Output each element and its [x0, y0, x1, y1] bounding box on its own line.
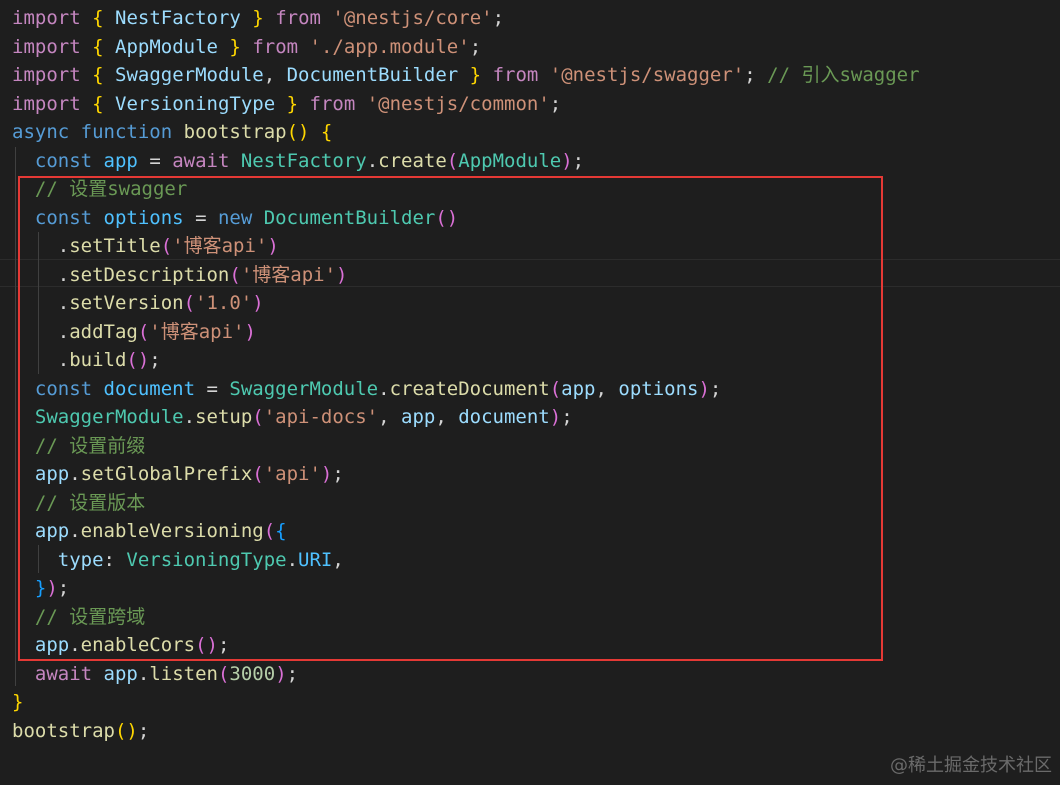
- code-token: listen: [149, 662, 218, 685]
- code-token: NestFactory: [115, 7, 241, 29]
- code-line[interactable]: import { VersioningType } from '@nestjs/…: [12, 90, 561, 118]
- code-token: (: [217, 662, 230, 685]
- code-token: AppModule: [115, 35, 218, 58]
- code-token: }: [229, 35, 241, 58]
- code-token: import: [12, 92, 81, 115]
- code-token: }: [12, 691, 24, 713]
- code-token: {: [92, 64, 104, 86]
- code-token: ;: [469, 35, 482, 58]
- code-token: await: [172, 149, 230, 172]
- code-line[interactable]: import { NestFactory } from '@nestjs/cor…: [12, 4, 504, 32]
- code-token: bootstrap: [183, 121, 287, 143]
- code-token: {: [320, 121, 333, 143]
- code-token: .: [366, 149, 379, 172]
- code-token: const: [34, 149, 93, 172]
- code-token: ;: [286, 662, 299, 685]
- code-token: ,: [263, 64, 287, 86]
- code-token: // 引入swagger: [767, 64, 920, 86]
- code-token: {: [92, 35, 104, 58]
- code-line[interactable]: async function bootstrap() {: [12, 118, 332, 146]
- code-token: NestFactory: [240, 149, 367, 172]
- code-token: AppModule: [458, 149, 562, 172]
- code-token: function: [80, 121, 173, 143]
- code-token: './app.module': [309, 35, 470, 58]
- code-token: DocumentBuilder: [286, 64, 459, 86]
- code-token: '@nestjs/swagger': [549, 64, 745, 86]
- code-line[interactable]: const app = await NestFactory.create(App…: [12, 147, 584, 175]
- code-token: .: [137, 662, 150, 685]
- highlight-box: [18, 176, 883, 661]
- code-token: async: [12, 121, 70, 143]
- code-token: from: [492, 64, 539, 86]
- code-token: from: [275, 7, 321, 29]
- code-token: (): [114, 719, 138, 742]
- code-token: ;: [572, 149, 585, 172]
- code-token: app: [103, 149, 138, 172]
- code-line[interactable]: bootstrap();: [12, 717, 149, 745]
- code-token: bootstrap: [12, 719, 115, 742]
- code-token: VersioningType: [115, 92, 276, 115]
- code-token: app: [103, 662, 138, 685]
- code-token: =: [137, 149, 173, 172]
- code-token: }: [469, 64, 482, 86]
- code-token: }: [286, 92, 299, 115]
- code-token: ;: [137, 719, 150, 742]
- watermark: @稀土掘金技术社区: [890, 755, 1052, 776]
- code-token: import: [12, 35, 81, 58]
- code-token: create: [378, 149, 447, 172]
- code-token: '@nestjs/common': [366, 92, 550, 115]
- code-line[interactable]: await app.listen(3000);: [12, 660, 298, 688]
- code-line[interactable]: import { SwaggerModule, DocumentBuilder …: [12, 61, 920, 89]
- code-token: ;: [492, 7, 505, 29]
- code-token: await: [34, 662, 93, 685]
- code-token: import: [12, 7, 81, 29]
- code-token: from: [309, 92, 356, 115]
- code-editor[interactable]: import { NestFactory } from '@nestjs/cor…: [0, 0, 1060, 785]
- code-token: ;: [549, 92, 562, 115]
- code-token: import: [12, 64, 81, 86]
- code-token: {: [92, 92, 104, 115]
- code-token: {: [92, 7, 104, 29]
- code-token: 3000: [229, 662, 276, 685]
- code-line[interactable]: import { AppModule } from './app.module'…: [12, 33, 481, 61]
- code-token: ;: [744, 64, 768, 86]
- code-token: SwaggerModule: [115, 64, 264, 86]
- code-line[interactable]: }: [12, 688, 23, 716]
- code-token: '@nestjs/core': [332, 7, 493, 29]
- code-token: ): [561, 149, 573, 172]
- code-token: (): [286, 121, 310, 143]
- code-token: ): [275, 662, 287, 685]
- code-token: (: [446, 149, 459, 172]
- code-token: }: [252, 7, 264, 29]
- code-token: from: [252, 35, 299, 58]
